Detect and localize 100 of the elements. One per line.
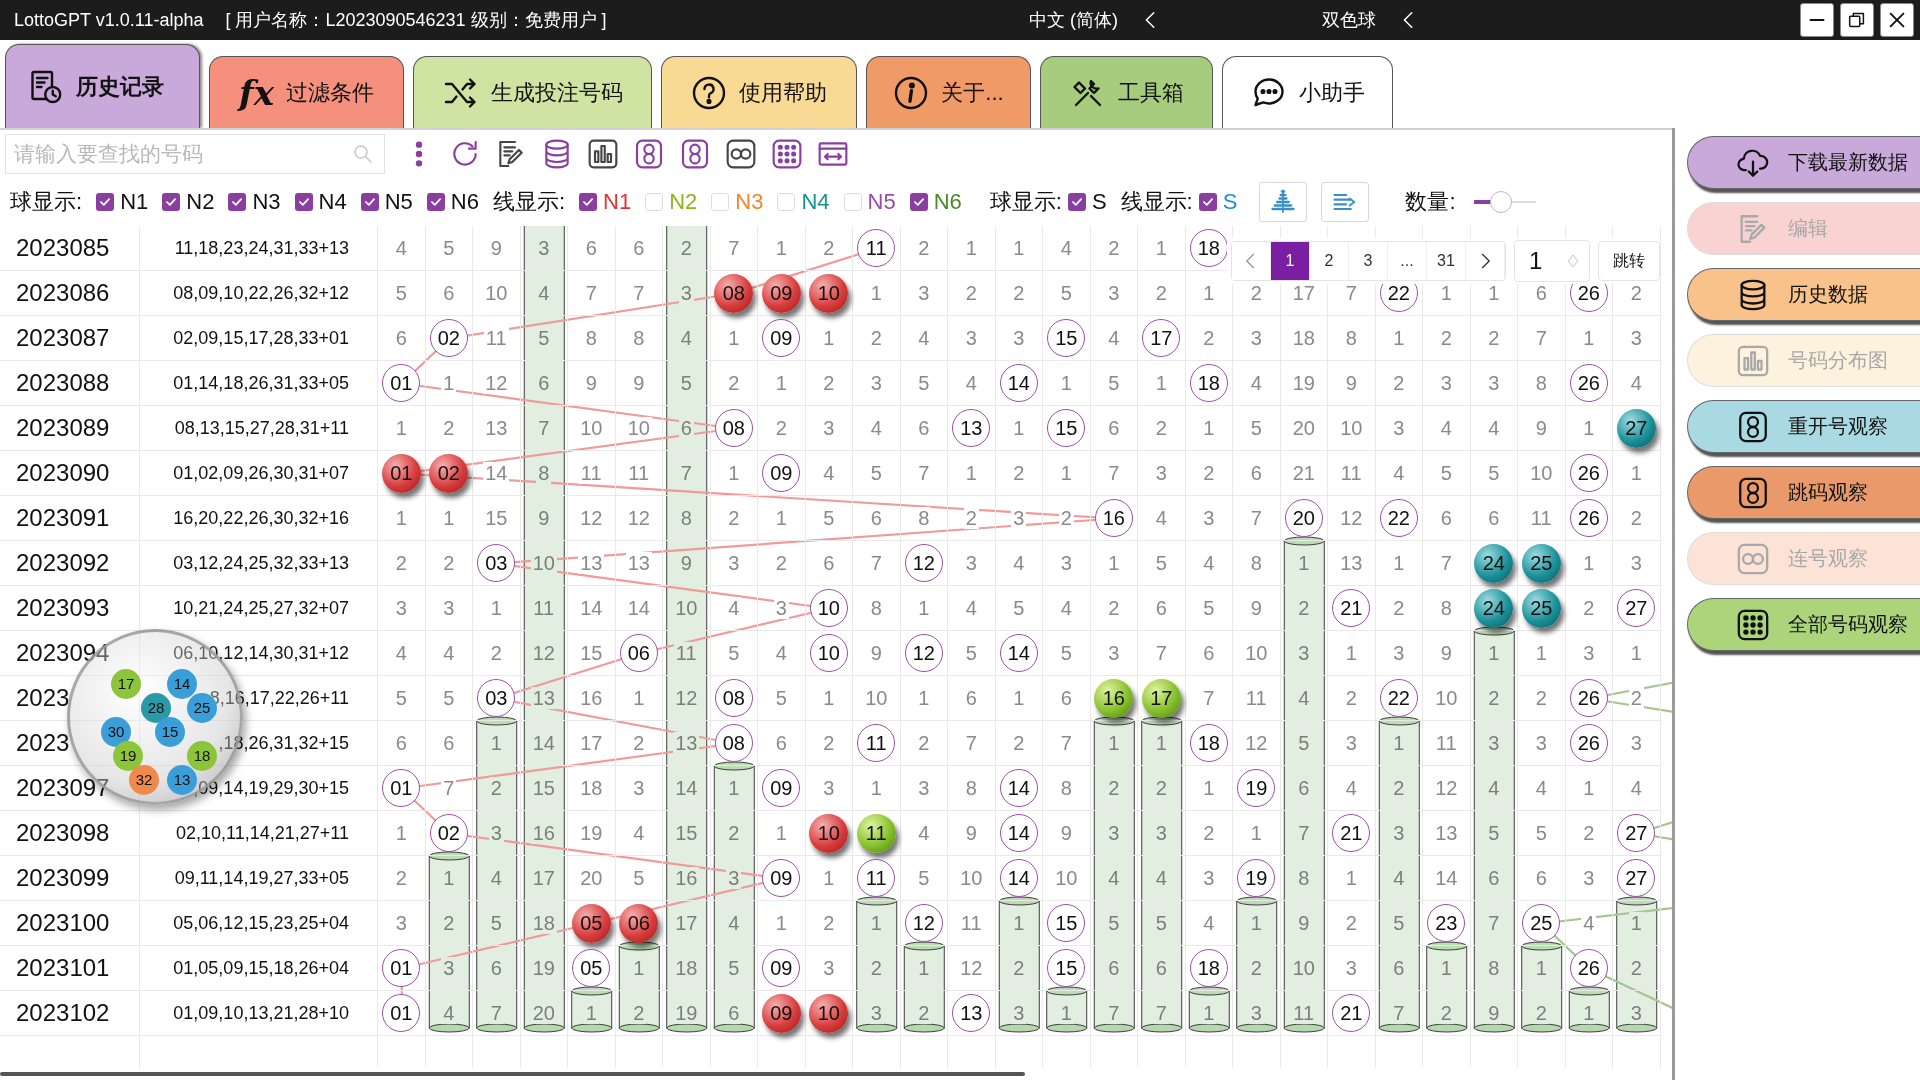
line-display-label: 线显示:	[1120, 188, 1193, 216]
numbers-cell: 01,14,18,26,31,33+05	[140, 361, 378, 406]
dot-grid-icon[interactable]	[771, 138, 803, 170]
bar-chart-icon[interactable]	[587, 138, 619, 170]
period-cell: 2023085	[0, 226, 140, 271]
game-selector[interactable]: 双色球	[1321, 8, 1376, 32]
drawn-number: 11	[857, 229, 896, 267]
drawn-number: 20	[1284, 499, 1323, 537]
checkbox-label[interactable]: N6	[450, 189, 479, 215]
ball-display-label: 球显示:	[989, 188, 1062, 216]
drawn-number: 17	[1142, 319, 1181, 357]
number-ball: 16	[1094, 678, 1134, 718]
app-title: LottoGPT v1.0.11-alpha	[14, 9, 204, 31]
checkbox-label[interactable]: N4	[318, 189, 347, 215]
number-ball: 27	[1616, 408, 1656, 448]
drawn-number: 15	[1047, 949, 1086, 987]
drawn-number: 22	[1379, 679, 1418, 717]
quantity-slider[interactable]	[1473, 191, 1536, 213]
checkbox-label[interactable]: N2	[186, 189, 215, 215]
drawn-number: 25	[1522, 904, 1561, 942]
sidebar-button[interactable]: 下载最新数据	[1687, 136, 1920, 189]
drawn-number: 18	[1189, 949, 1228, 987]
checkbox-label[interactable]: N5	[867, 189, 896, 215]
help-icon	[691, 74, 727, 111]
checkbox-label[interactable]: S	[1222, 189, 1238, 215]
page-button[interactable]: 1	[1271, 242, 1310, 280]
lottery-ball: 17	[111, 668, 141, 699]
lottery-ball: 15	[155, 716, 185, 747]
linked-circles-icon[interactable]	[725, 138, 757, 170]
period-cell: 2023099	[0, 856, 140, 901]
checkbox[interactable]	[843, 193, 862, 211]
numbers-cell: 08,13,15,27,28,31+11	[140, 406, 378, 451]
drawn-number: 27	[1617, 589, 1656, 627]
checkbox-label[interactable]: N5	[384, 189, 413, 215]
omission-count: 13	[578, 552, 605, 574]
period-cell: 2023093	[0, 586, 140, 631]
drawn-number: 12	[904, 904, 943, 942]
checkbox[interactable]	[777, 193, 796, 211]
drawn-number: 22	[1379, 499, 1418, 537]
checkbox-label[interactable]: N1	[120, 189, 149, 215]
scrollbar[interactable]	[0, 1072, 1025, 1076]
numbers-cell: 16,20,22,26,30,32+16	[140, 496, 378, 541]
drawn-number: 14	[999, 859, 1038, 897]
language-selector[interactable]: 中文 (简体)	[1028, 8, 1118, 32]
drawn-number: 09	[762, 859, 801, 897]
minimize-button[interactable]	[1800, 3, 1834, 37]
number-ball: 09	[761, 993, 801, 1033]
drawn-number: 11	[857, 724, 896, 762]
omission-count: 3	[773, 597, 789, 619]
stacked-circles-icon[interactable]	[679, 138, 711, 170]
restore-button[interactable]	[1840, 3, 1874, 37]
close-button[interactable]	[1880, 3, 1914, 37]
drawn-number: 13	[952, 409, 991, 447]
checkbox-label[interactable]: S	[1091, 189, 1107, 215]
number-ball: 24	[1474, 588, 1514, 628]
checkbox[interactable]	[645, 193, 664, 211]
checkbox-label[interactable]: N3	[252, 189, 281, 215]
tab[interactable]: 工具箱	[1040, 56, 1213, 128]
tab[interactable]: 使用帮助	[661, 56, 857, 128]
sidebar-button[interactable]: 跳码观察	[1687, 466, 1920, 519]
drawn-number: 26	[1569, 364, 1608, 402]
checkbox-label[interactable]: N4	[801, 189, 830, 215]
period-cell: 2023087	[0, 316, 140, 361]
tab[interactable]: 历史记录	[5, 44, 200, 128]
search-field[interactable]: 请输入要查找的号码	[5, 134, 385, 174]
align-button[interactable]	[1321, 182, 1370, 222]
tab[interactable]: 小助手	[1222, 56, 1393, 128]
tab[interactable]: 关于...	[866, 56, 1031, 128]
drawn-number: 14	[999, 364, 1038, 402]
drawn-number: 13	[952, 994, 991, 1032]
drawn-number: 21	[1332, 814, 1371, 852]
lottery-ball: 32	[129, 764, 159, 795]
drawn-number: 15	[1047, 904, 1086, 942]
numbers-cell: 01,05,09,15,18,26+04	[140, 946, 378, 991]
number-ball: 09	[761, 273, 801, 313]
jump-button[interactable]: 跳转	[1598, 241, 1660, 281]
checkbox-label[interactable]: N6	[933, 189, 962, 215]
tab[interactable]: 生成投注号码	[413, 56, 652, 128]
sidebar-button[interactable]: 全部号码观察	[1687, 598, 1920, 651]
drawn-number: 16	[1094, 499, 1133, 537]
sidebar-button[interactable]: 历史数据	[1687, 268, 1920, 321]
pyramid-button[interactable]	[1259, 182, 1308, 222]
stacked-circles-icon[interactable]	[633, 138, 665, 170]
checkbox-label[interactable]: N1	[603, 189, 632, 215]
period-cell: 2023086	[0, 271, 140, 316]
number-ball: 10	[809, 813, 849, 853]
drawn-number: 15	[1047, 409, 1086, 447]
drawn-number: 14	[999, 814, 1038, 852]
drawn-number: 26	[1569, 679, 1608, 717]
drawn-number: 01	[382, 364, 421, 402]
number-ball: 25	[1521, 588, 1561, 628]
omission-count: 13	[530, 687, 557, 709]
drawn-number: 10	[809, 589, 848, 627]
tab[interactable]: fx 过滤条件	[209, 56, 404, 128]
number-ball: 25	[1521, 543, 1561, 583]
drawn-number: 12	[904, 634, 943, 672]
checkbox[interactable]	[711, 193, 730, 211]
sidebar-button[interactable]: 重开号观察	[1687, 400, 1920, 453]
omission-count: 13	[673, 732, 700, 754]
page-input-field[interactable]: 1	[1514, 240, 1590, 282]
